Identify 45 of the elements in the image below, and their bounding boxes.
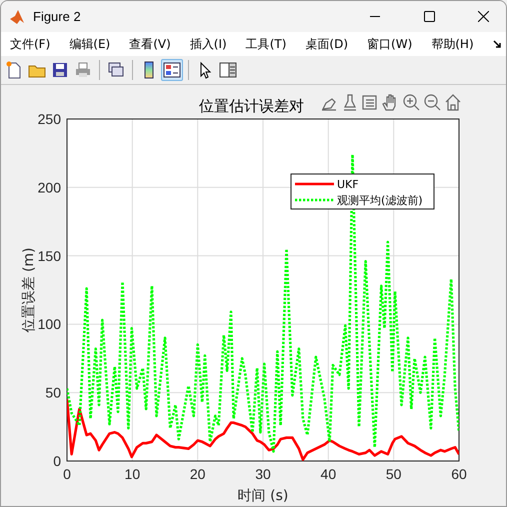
- legend-label: UKF: [337, 178, 359, 191]
- new-file-icon: [5, 61, 23, 79]
- linked-windows-icon: [107, 61, 125, 79]
- x-axis-label: 时间 (s): [238, 488, 288, 504]
- y-axis-label: 位置误差 (m): [21, 248, 37, 332]
- menu-item[interactable]: 编辑(E): [64, 36, 116, 52]
- x-tick-label: 10: [124, 466, 140, 482]
- x-tick-label: 0: [63, 466, 71, 482]
- x-tick-label: 20: [190, 466, 206, 482]
- minimize-icon[interactable]: [370, 16, 380, 18]
- menu-item[interactable]: 帮助(H): [426, 36, 479, 52]
- dock-arrow-icon[interactable]: [493, 40, 502, 48]
- zoom-in-icon[interactable]: [403, 94, 420, 111]
- legend-icon: [163, 61, 181, 79]
- brush-icon[interactable]: [343, 94, 357, 111]
- menu-item[interactable]: 工具(T): [240, 36, 292, 52]
- legend-tool-button[interactable]: [161, 59, 183, 81]
- data-tip-icon[interactable]: [321, 98, 337, 111]
- matlab-logo-icon: [9, 8, 25, 24]
- menu-item[interactable]: 桌面(D): [300, 36, 354, 52]
- panel-icon: [219, 61, 237, 79]
- legend-list-icon[interactable]: [362, 95, 377, 110]
- x-tick-label: 50: [386, 466, 402, 482]
- pan-hand-icon[interactable]: [382, 94, 396, 111]
- menu-item[interactable]: 查看(V): [124, 36, 176, 52]
- y-tick-label: 0: [53, 453, 61, 469]
- y-tick-label: 250: [38, 111, 61, 127]
- maximize-icon[interactable]: [424, 11, 434, 22]
- zoom-out-icon[interactable]: [424, 94, 441, 111]
- close-icon[interactable]: [478, 11, 488, 22]
- menu-item[interactable]: 文件(F): [5, 36, 56, 52]
- y-tick-label: 150: [38, 248, 61, 264]
- chart-title: 位置估计误差对: [199, 97, 304, 115]
- x-tick-label: 40: [320, 466, 336, 482]
- x-tick-label: 30: [255, 466, 271, 482]
- window-title: Figure 2: [33, 9, 82, 24]
- y-tick-label: 200: [38, 179, 61, 196]
- y-tick-label: 100: [38, 316, 61, 332]
- menu-item[interactable]: 窗口(W): [362, 36, 418, 52]
- home-icon[interactable]: [445, 94, 461, 111]
- x-tick-label: 60: [451, 466, 467, 482]
- printer-icon: [74, 61, 92, 79]
- menu-item[interactable]: 插入(I): [184, 36, 232, 52]
- legend-label: 观测平均(滤波前): [337, 194, 423, 207]
- y-tick-label: 50: [45, 384, 61, 401]
